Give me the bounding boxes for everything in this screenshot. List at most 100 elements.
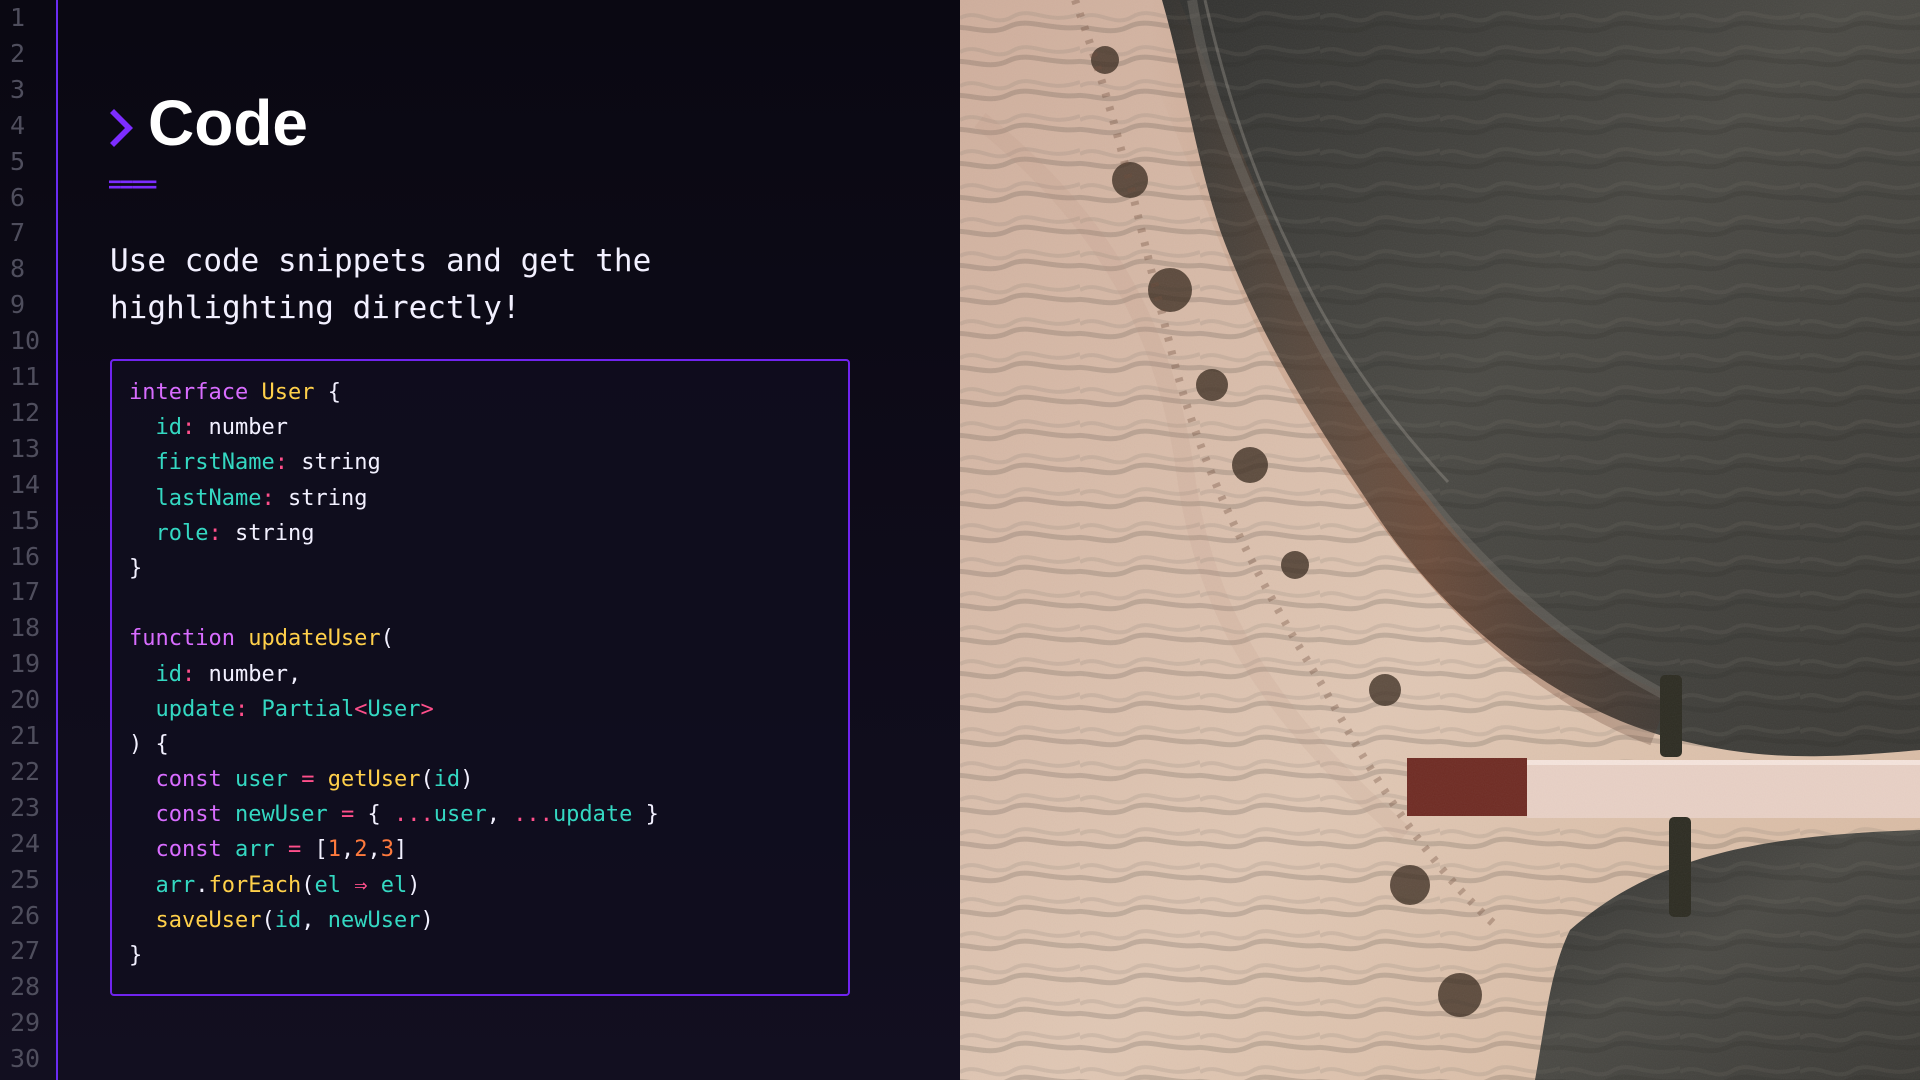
code-token: ) [420,907,434,933]
line-number: 23 [10,792,41,822]
code-token: ) [460,767,474,793]
code-token: ( [380,626,394,652]
chevron-right-icon [110,109,133,147]
code-token: id [433,767,461,793]
code-token: : [274,450,288,476]
code-token: , [301,907,328,933]
line-number: 19 [10,649,41,679]
code-token: : [234,696,249,722]
code-token: function [129,626,235,652]
line-number: 17 [10,577,41,607]
code-token: el [314,872,341,898]
code-token: user [234,767,288,793]
code-line: const arr = [1,2,3] [129,832,833,867]
line-number: 11 [10,362,41,391]
code-token: updateUser [248,626,381,652]
code-token: string [221,520,315,546]
line-number: 12 [10,397,41,427]
code-token: number, [195,661,302,687]
code-token: : [182,415,196,441]
code-token: ( [301,872,315,898]
code-token: { [354,802,394,828]
code-token: 2 [354,837,368,863]
line-number: 2 [10,38,26,68]
code-token: number [195,415,288,441]
code-token: < [354,696,368,722]
code-line: function updateUser( [129,621,833,656]
title-underline: ==== [108,172,157,198]
code-token: arr [155,872,196,898]
code-token: User [261,380,315,405]
code-token: saveUser [155,907,262,933]
slide-content: Code ==== Use code snippets and get the … [108,78,900,1008]
code-line: id: number, [129,657,833,692]
line-number-gutter: 1 2 3 4 5 6 7 8 9 10 11 12 13 14 15 16 17 18 19 20 21 22 23 24 2… [0,0,58,1080]
page-title: Code [148,87,308,159]
code-token: ... [513,802,553,828]
line-number: 7 [10,218,26,248]
code-slide: 1 2 3 4 5 6 7 8 9 10 11 12 13 14 15 16 17 18 19 20 21 22 23 24 2… [0,0,1920,1080]
code-token: , [367,837,381,863]
line-number: 5 [10,146,26,176]
code-token: id [155,661,183,687]
line-number: 15 [10,505,41,535]
line-number: 3 [10,74,26,104]
code-token: firstName [155,450,275,476]
code-line: firstName: string [129,445,833,480]
code-token: el [380,872,408,898]
code-token: ( [261,907,275,933]
line-number: 6 [10,182,26,212]
code-token: ⇒ [354,872,368,898]
code-token: { [314,380,341,405]
line-number: 4 [10,110,26,140]
code-token: = [340,802,355,828]
code-line: const user = getUser(id) [129,762,833,797]
line-number: 29 [10,1008,41,1038]
line-number: 18 [10,613,41,643]
code-token: user [433,802,487,828]
line-number: 22 [10,756,41,786]
line-number: 21 [10,721,41,750]
code-token: = [287,837,302,863]
code-token: newUser [234,802,328,828]
code-token: = [301,767,315,793]
code-token: arr [234,837,275,863]
code-token: interface [129,380,249,405]
code-token: . [195,872,209,898]
line-number: 10 [10,326,41,356]
code-token: string [287,450,381,476]
code-line: ) { [129,727,833,762]
title-row: Code [110,78,308,168]
code-token: : [208,520,222,546]
code-token: ) [407,872,421,898]
code-token: } [129,555,143,581]
line-number: 26 [10,900,41,930]
code-token: id [155,415,183,441]
code-token: > [420,696,434,722]
line-number: 1 [10,3,26,32]
beach-aerial-photo [960,0,1920,1080]
code-token: role [155,520,209,546]
code-line: } [129,938,833,973]
code-snippet: interface User { id: number firstName: s… [129,375,833,973]
code-token: getUser [327,767,421,793]
code-token: 1 [327,837,341,863]
line-number: 25 [10,864,41,894]
code-line: lastName: string [129,481,833,516]
code-line: interface User { [129,375,833,410]
line-number: 27 [10,936,41,966]
